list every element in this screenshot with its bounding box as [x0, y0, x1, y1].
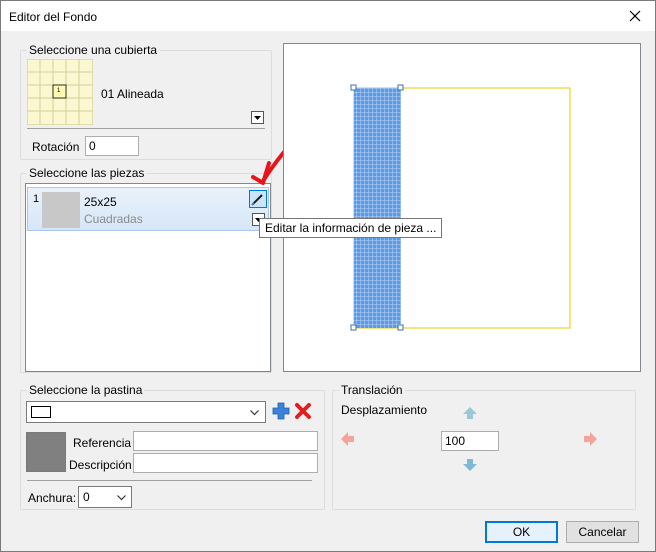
chevron-down-icon	[250, 410, 259, 416]
piece-size: 25x25	[84, 195, 117, 209]
close-button[interactable]	[615, 1, 655, 31]
rotation-input[interactable]: 0	[85, 136, 139, 156]
piece-list-item[interactable]: 1 25x25 Cuadradas	[27, 187, 269, 231]
cover-thumb-number: 1	[57, 88, 61, 94]
close-icon	[629, 10, 641, 22]
grout-separator	[27, 480, 312, 481]
arrow-left-icon	[341, 432, 354, 446]
window-title: Editor del Fondo	[9, 10, 98, 24]
grout-color-fill	[27, 433, 65, 471]
title-bar: Editor del Fondo	[1, 1, 655, 31]
piece-index: 1	[33, 193, 40, 205]
translation-group-title: Translación	[339, 383, 405, 397]
delete-icon	[295, 403, 311, 419]
move-up-button[interactable]	[462, 406, 478, 420]
arrow-right-icon	[584, 432, 597, 446]
anchura-value: 0	[83, 490, 90, 504]
ok-button[interactable]: OK	[485, 521, 558, 543]
chevron-down-icon	[117, 495, 126, 501]
arrow-up-icon	[463, 407, 477, 419]
piece-swatch	[42, 192, 80, 228]
add-grout-button[interactable]	[272, 402, 290, 420]
editor-window: Editor del Fondo Seleccione una cubierta…	[0, 0, 656, 552]
move-left-button[interactable]	[340, 431, 356, 447]
desplazamiento-label: Desplazamiento	[341, 403, 428, 417]
displacement-input[interactable]: 100	[441, 431, 499, 451]
pencil-icon	[251, 194, 263, 206]
pieces-list[interactable]: 1 25x25 Cuadradas	[25, 183, 271, 372]
descripcion-label: Descripción	[69, 458, 132, 472]
move-down-button[interactable]	[462, 458, 478, 472]
cover-thumbnail[interactable]: 1	[26, 58, 94, 126]
cover-group-title: Seleccione una cubierta	[27, 43, 160, 57]
grout-color-swatch[interactable]	[26, 432, 66, 472]
arrow-down-icon	[463, 459, 477, 471]
delete-grout-button[interactable]	[294, 402, 312, 420]
pieces-group-title: Seleccione las piezas	[27, 166, 147, 180]
anchura-select[interactable]: 0	[78, 486, 132, 508]
grout-select-swatch	[31, 406, 51, 418]
chevron-down-icon	[254, 115, 261, 120]
referencia-input[interactable]	[133, 431, 318, 451]
cover-separator	[27, 128, 265, 129]
descripcion-input[interactable]	[133, 453, 318, 473]
cancel-button[interactable]: Cancelar	[566, 521, 639, 543]
cover-name: 01 Alineada	[101, 87, 164, 101]
referencia-label: Referencia	[73, 436, 132, 450]
preview-canvas[interactable]	[283, 43, 641, 372]
anchura-label: Anchura:	[28, 491, 77, 505]
move-right-button[interactable]	[582, 431, 598, 447]
grout-select[interactable]	[26, 401, 266, 423]
grout-group-title: Seleccione la pastina	[27, 383, 145, 397]
preview-drawing	[350, 84, 571, 331]
piece-type: Cuadradas	[84, 212, 143, 226]
edit-piece-tooltip: Editar la información de pieza ...	[259, 218, 443, 238]
plus-icon	[272, 402, 290, 420]
rotation-label: Rotación	[32, 140, 80, 154]
